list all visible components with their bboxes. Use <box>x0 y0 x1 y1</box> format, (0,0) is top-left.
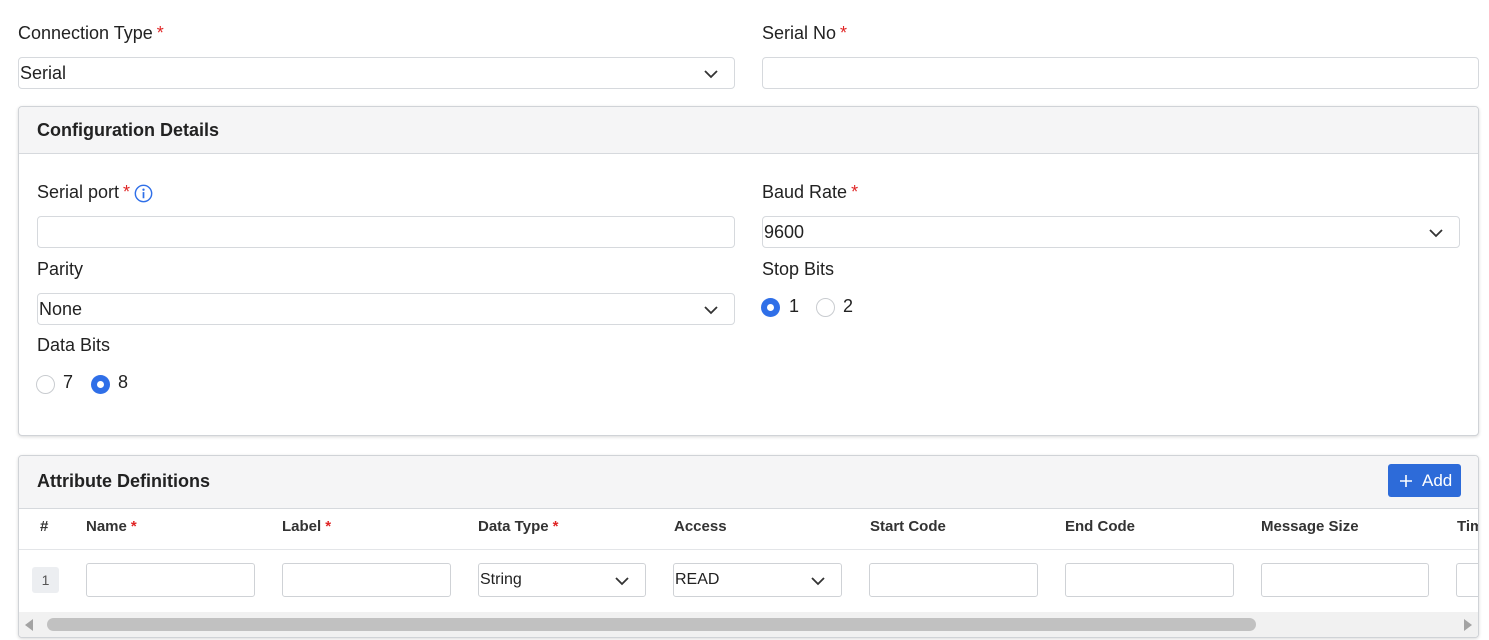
column-header-timeout: Tim <box>1457 518 1478 535</box>
required-marker: * <box>325 518 332 535</box>
serial-no-input[interactable] <box>762 57 1479 89</box>
column-header-message-size: Message Size <box>1261 518 1359 535</box>
stop-bits-radio-2[interactable] <box>816 298 835 317</box>
add-button-label: Add <box>1422 471 1453 490</box>
required-marker: * <box>552 518 559 535</box>
data-bits-option-label: 7 <box>63 372 74 392</box>
data-bits-radio-7[interactable] <box>36 375 55 394</box>
required-marker: * <box>840 23 848 43</box>
access-value: READ <box>675 571 720 588</box>
baud-rate-select[interactable]: 9600 <box>762 216 1460 248</box>
row-index-badge: 1 <box>32 567 59 593</box>
data-type-value: String <box>480 571 522 588</box>
required-marker: * <box>851 182 859 202</box>
baud-rate-value: 9600 <box>764 222 805 242</box>
stop-bits-option-label: 2 <box>843 296 854 316</box>
timeout-input[interactable] <box>1456 563 1478 597</box>
attribute-definitions-panel: Attribute Definitions <box>18 455 1479 638</box>
parity-select[interactable]: None <box>37 293 735 325</box>
label-input[interactable] <box>282 563 451 597</box>
serial-port-label: Serial port * <box>37 182 131 202</box>
column-header-start-code: Start Code <box>870 518 946 535</box>
chevron-down-icon <box>811 577 825 586</box>
message-size-input[interactable] <box>1261 563 1429 597</box>
serial-no-label: Serial No * <box>762 23 848 43</box>
baud-rate-label: Baud Rate * <box>762 182 859 202</box>
attribute-definitions-header: Attribute Definitions <box>19 456 1478 509</box>
column-header-data-type: Data Type * <box>478 518 559 535</box>
stop-bits-label: Stop Bits <box>762 259 835 279</box>
scroll-right-icon[interactable] <box>1462 619 1472 631</box>
data-bits-radio-8[interactable] <box>91 375 110 394</box>
column-header-access: Access <box>674 518 727 535</box>
start-code-input[interactable] <box>869 563 1038 597</box>
serial-port-input[interactable] <box>37 216 735 248</box>
parity-label: Parity <box>37 259 84 279</box>
name-input[interactable] <box>86 563 255 597</box>
end-code-input[interactable] <box>1065 563 1234 597</box>
configuration-panel-header: Configuration Details <box>19 107 1478 154</box>
connection-type-label: Connection Type * <box>18 23 164 43</box>
required-marker: * <box>130 518 137 535</box>
data-bits-option-label: 8 <box>118 372 129 392</box>
required-marker: * <box>123 182 131 202</box>
chevron-down-icon <box>615 577 629 586</box>
configuration-panel: Configuration Details <box>18 106 1479 436</box>
chevron-down-icon <box>704 70 718 79</box>
data-bits-label: Data Bits <box>37 335 111 355</box>
data-type-select[interactable]: String <box>478 563 646 597</box>
chevron-down-icon <box>1429 229 1443 238</box>
stop-bits-radio-1[interactable] <box>761 298 780 317</box>
plus-icon <box>1400 475 1412 487</box>
scrollbar-thumb[interactable] <box>47 618 1256 631</box>
column-header-index: # <box>40 518 49 535</box>
column-header-label: Label * <box>282 518 332 535</box>
scroll-left-icon[interactable] <box>25 619 35 631</box>
add-attribute-button[interactable]: Add <box>1388 464 1461 497</box>
required-marker: * <box>156 23 164 43</box>
header-divider <box>19 549 1478 550</box>
access-select[interactable]: READ <box>673 563 842 597</box>
stop-bits-option-label: 1 <box>789 296 800 316</box>
column-header-name: Name * <box>86 518 137 535</box>
info-icon[interactable] <box>134 184 153 203</box>
parity-value: None <box>39 299 83 319</box>
connection-type-value: Serial <box>20 63 67 83</box>
horizontal-scrollbar[interactable] <box>19 612 1478 637</box>
attribute-definitions-title: Attribute Definitions <box>37 471 210 491</box>
chevron-down-icon <box>704 306 718 315</box>
connection-type-select[interactable]: Serial <box>18 57 735 89</box>
configuration-panel-title: Configuration Details <box>37 120 220 140</box>
column-header-end-code: End Code <box>1065 518 1135 535</box>
